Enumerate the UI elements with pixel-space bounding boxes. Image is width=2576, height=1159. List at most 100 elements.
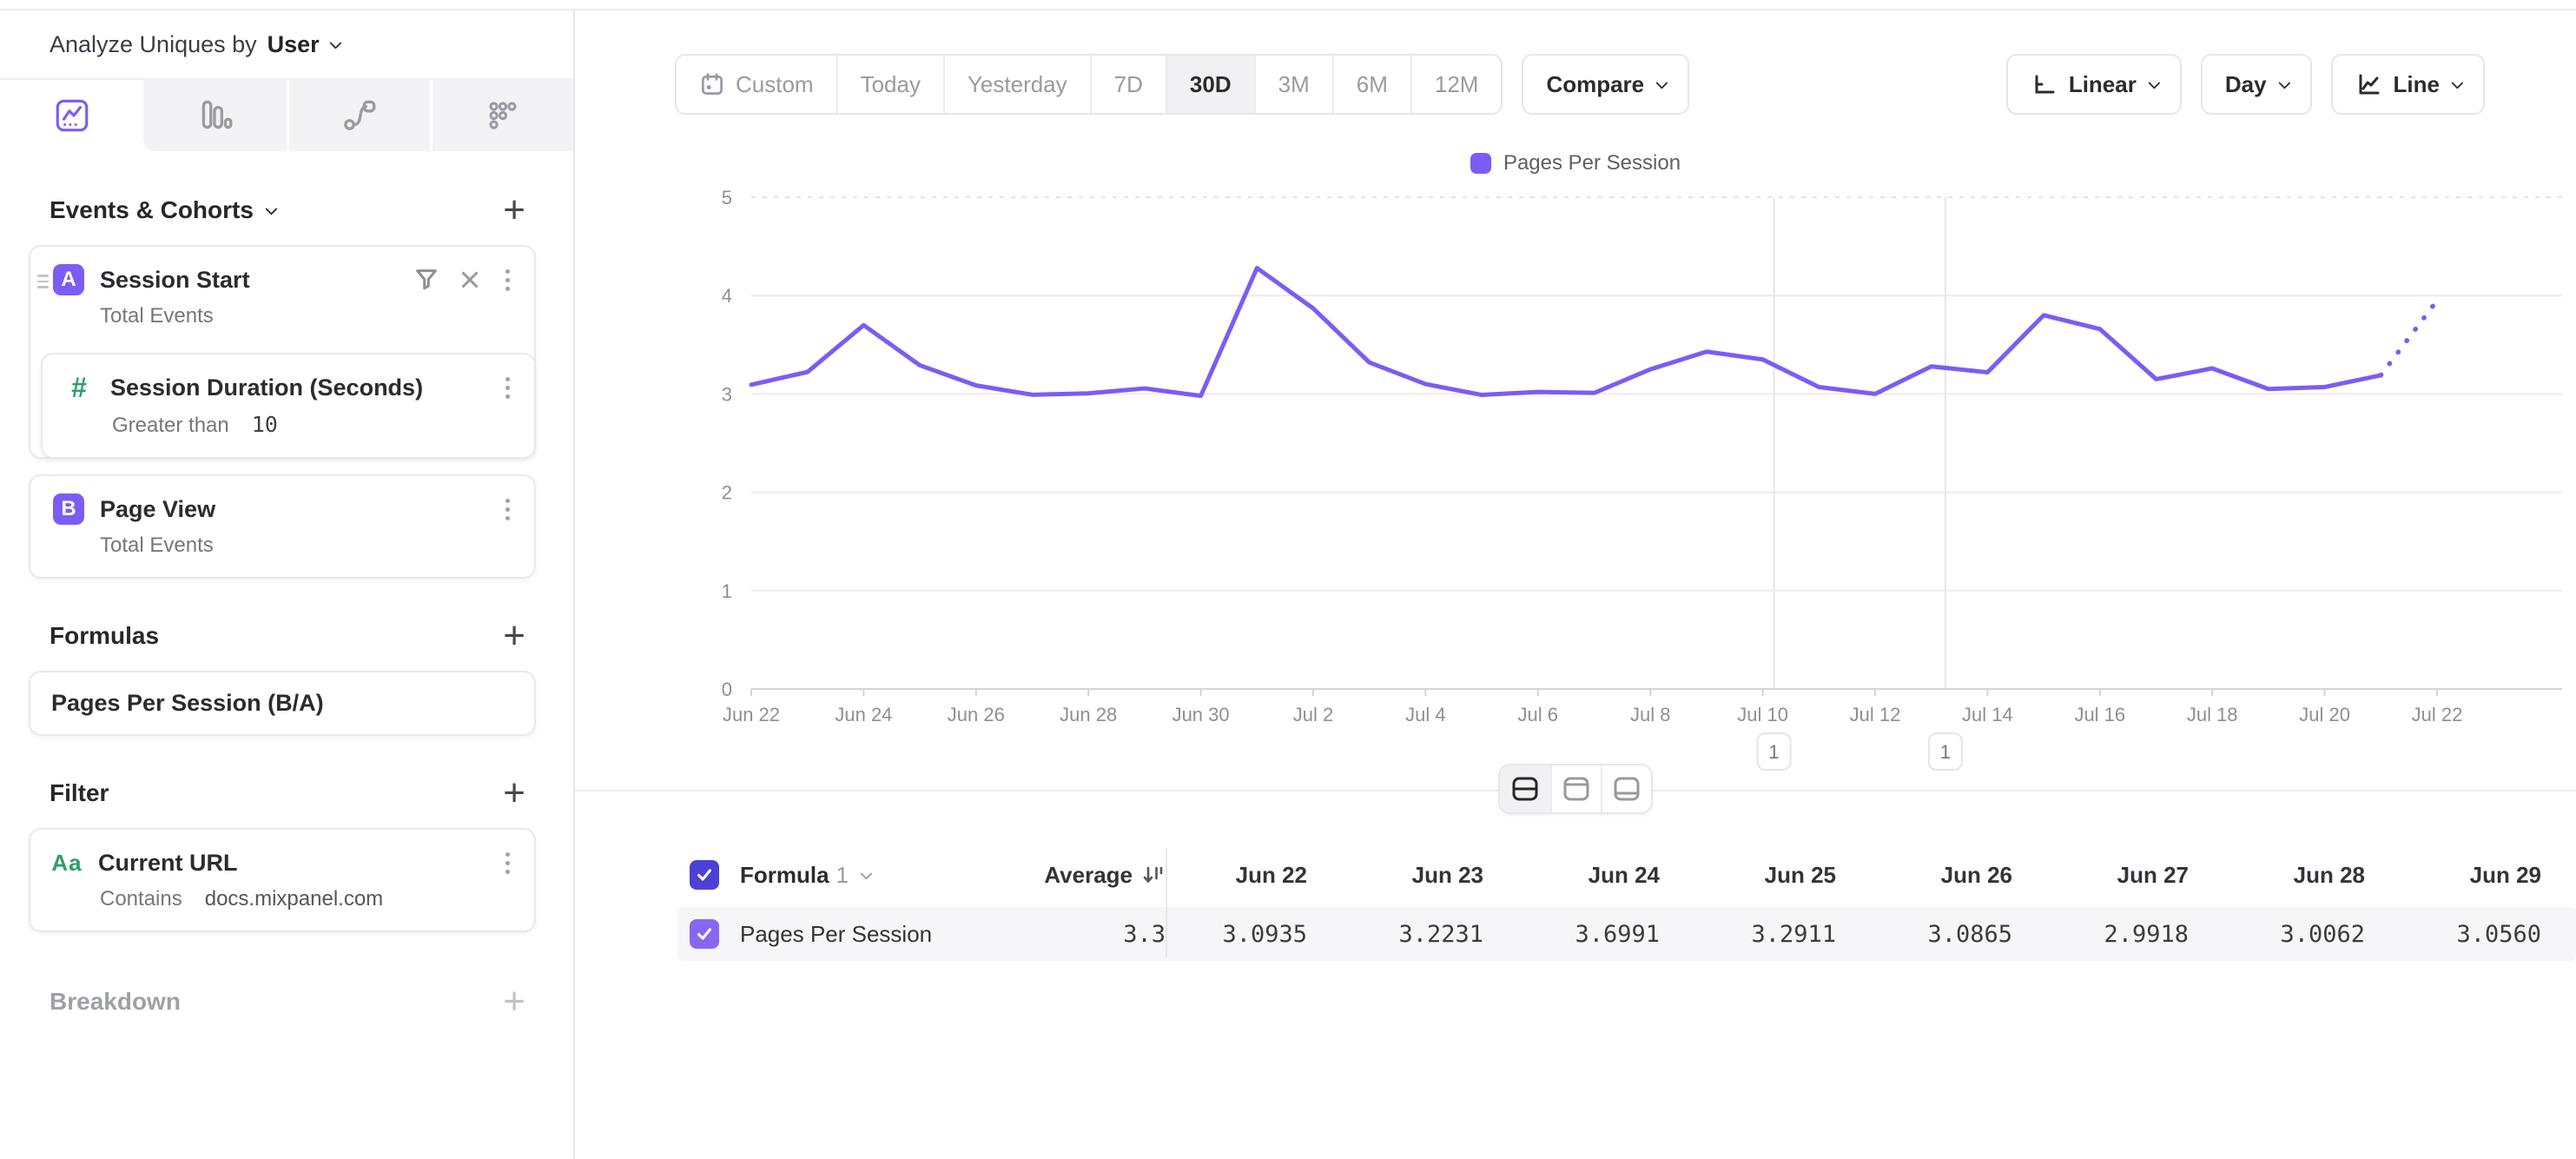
- series-checkbox[interactable]: [690, 919, 719, 949]
- chevron-down-icon: [265, 203, 277, 215]
- drag-handle-icon[interactable]: [37, 275, 49, 288]
- svg-text:1: 1: [1768, 741, 1779, 763]
- table-cell: 3.0560: [2400, 921, 2576, 948]
- annotation-badge[interactable]: 1: [1758, 733, 1791, 770]
- analyze-label: Analyze Uniques by: [50, 31, 257, 58]
- table-col-header: Jun 25: [1694, 862, 1871, 889]
- range-7d[interactable]: 7D: [1090, 56, 1166, 113]
- formula-name[interactable]: Pages Per Session (B/A): [51, 690, 515, 717]
- kebab-menu-icon[interactable]: [500, 495, 515, 524]
- x-axis-label: Jun 22: [723, 704, 780, 725]
- filter-funnel-icon[interactable]: [413, 267, 439, 293]
- table-row-pages-per-session[interactable]: Pages Per Session 3.3 3.09353.22313.6991…: [677, 907, 2576, 961]
- chevron-down-icon: [860, 868, 872, 880]
- add-event-button[interactable]: +: [503, 191, 525, 229]
- event-card-session-start[interactable]: A Session Start Total Events: [29, 245, 536, 459]
- add-filter-button[interactable]: +: [503, 774, 525, 812]
- filter-card-current-url[interactable]: Aa Current URL Contains docs.mixpanel.co…: [29, 828, 536, 932]
- svg-text:1: 1: [1940, 741, 1951, 763]
- scale-selector[interactable]: Linear: [2006, 54, 2182, 115]
- table-cell: 3.0865: [1871, 921, 2047, 948]
- funnels-bars-icon: [195, 96, 235, 136]
- chart-type-selector[interactable]: Line: [2331, 54, 2485, 115]
- formula-header-label: Formula: [740, 862, 829, 889]
- interval-selector[interactable]: Day: [2201, 54, 2312, 115]
- range-custom[interactable]: Custom: [677, 56, 836, 113]
- compare-button[interactable]: Compare: [1522, 54, 1689, 115]
- table-col-header: Jun 26: [1871, 862, 2047, 889]
- table-col-header: Jun 28: [2223, 862, 2400, 889]
- table-header-row: Formula 1 Average Jun 22Jun 23Jun 24Jun …: [677, 843, 2576, 907]
- filter-property[interactable]: Current URL: [98, 850, 485, 877]
- series-line[interactable]: [751, 268, 2381, 396]
- property-card-session-duration[interactable]: # Session Duration (Seconds) Greater tha…: [41, 353, 536, 459]
- average-header-label: Average: [1044, 862, 1133, 889]
- table-col-header: Jun 23: [1342, 862, 1518, 889]
- chevron-down-icon: [329, 37, 341, 50]
- event-title[interactable]: Page View: [100, 496, 485, 523]
- x-axis-label: Jul 6: [1518, 704, 1558, 725]
- range-12m[interactable]: 12M: [1410, 56, 1502, 113]
- x-axis-label: Jul 16: [2074, 704, 2125, 725]
- x-axis-label: Jul 2: [1293, 704, 1333, 725]
- chart-legend: Pages Per Session: [575, 151, 2576, 176]
- y-axis-label: 1: [722, 580, 732, 602]
- range-3m[interactable]: 3M: [1254, 56, 1332, 113]
- condition-value[interactable]: 10: [252, 412, 278, 437]
- x-axis-label: Jul 22: [2412, 704, 2463, 725]
- view-table-only-button[interactable]: [1601, 765, 1651, 812]
- string-property-icon: Aa: [51, 847, 83, 878]
- range-today[interactable]: Today: [836, 56, 943, 113]
- range-yesterday[interactable]: Yesterday: [943, 56, 1090, 113]
- filter-header: Filter +: [29, 774, 536, 812]
- event-aggregation[interactable]: Total Events: [100, 533, 214, 558]
- tab-retention[interactable]: [430, 80, 573, 151]
- event-badge-b: B: [53, 493, 84, 525]
- series-line-projected: [2381, 301, 2437, 375]
- filter-value[interactable]: docs.mixpanel.com: [205, 887, 383, 911]
- line-chart-icon: [2355, 71, 2381, 97]
- select-all-checkbox[interactable]: [690, 860, 719, 890]
- tab-insights[interactable]: [0, 80, 143, 151]
- check-icon: [695, 865, 714, 884]
- annotation-badge[interactable]: 1: [1929, 733, 1962, 770]
- event-aggregation[interactable]: Total Events: [100, 304, 214, 328]
- table-col-header: Jun 29: [2400, 862, 2576, 889]
- report-main-panel: CustomTodayYesterday7D30D3M6M12M Compare…: [575, 10, 2576, 1159]
- line-chart[interactable]: 012345Jun 22Jun 24Jun 26Jun 28Jun 30Jul …: [575, 184, 2576, 792]
- tab-funnels[interactable]: [143, 80, 287, 151]
- view-chart-only-button[interactable]: [1550, 765, 1601, 812]
- event-card-page-view[interactable]: B Page View Total Events: [29, 474, 536, 579]
- kebab-menu-icon[interactable]: [500, 849, 515, 878]
- range-30d[interactable]: 30D: [1166, 56, 1254, 113]
- linear-axis-icon: [2031, 71, 2057, 97]
- sort-descending-icon: [1141, 863, 1166, 887]
- view-split-button[interactable]: [1500, 765, 1550, 812]
- filter-operator[interactable]: Contains: [100, 887, 182, 911]
- add-breakdown-button[interactable]: +: [503, 983, 525, 1021]
- y-axis-label: 0: [722, 679, 732, 700]
- property-title[interactable]: Session Duration (Seconds): [110, 374, 485, 401]
- table-col-header: Jun 27: [2047, 862, 2223, 889]
- flows-icon: [340, 96, 380, 136]
- event-title[interactable]: Session Start: [100, 267, 398, 294]
- tab-flows[interactable]: [287, 80, 430, 151]
- kebab-menu-icon[interactable]: [500, 374, 515, 402]
- legend-swatch[interactable]: [1470, 153, 1491, 174]
- chevron-down-icon: [1655, 77, 1668, 89]
- range-6m[interactable]: 6M: [1332, 56, 1410, 113]
- analyze-uniques-selector[interactable]: Analyze Uniques by User: [0, 10, 573, 80]
- average-sort-header[interactable]: Average: [973, 862, 1166, 889]
- formula-header-dropdown[interactable]: Formula 1: [740, 862, 869, 889]
- condition-operator[interactable]: Greater than: [112, 414, 229, 438]
- chevron-down-icon: [2451, 77, 2463, 89]
- events-cohorts-dropdown[interactable]: Events & Cohorts: [50, 196, 274, 224]
- query-builder-sidebar: Analyze Uniques by User: [0, 10, 575, 1159]
- add-formula-button[interactable]: +: [503, 617, 525, 655]
- kebab-menu-icon[interactable]: [500, 266, 515, 295]
- legend-label[interactable]: Pages Per Session: [1503, 151, 1681, 176]
- x-axis-label: Jun 30: [1172, 704, 1230, 725]
- close-icon[interactable]: [459, 268, 481, 291]
- report-type-tabs: [0, 80, 573, 151]
- formula-card[interactable]: Pages Per Session (B/A): [29, 671, 536, 736]
